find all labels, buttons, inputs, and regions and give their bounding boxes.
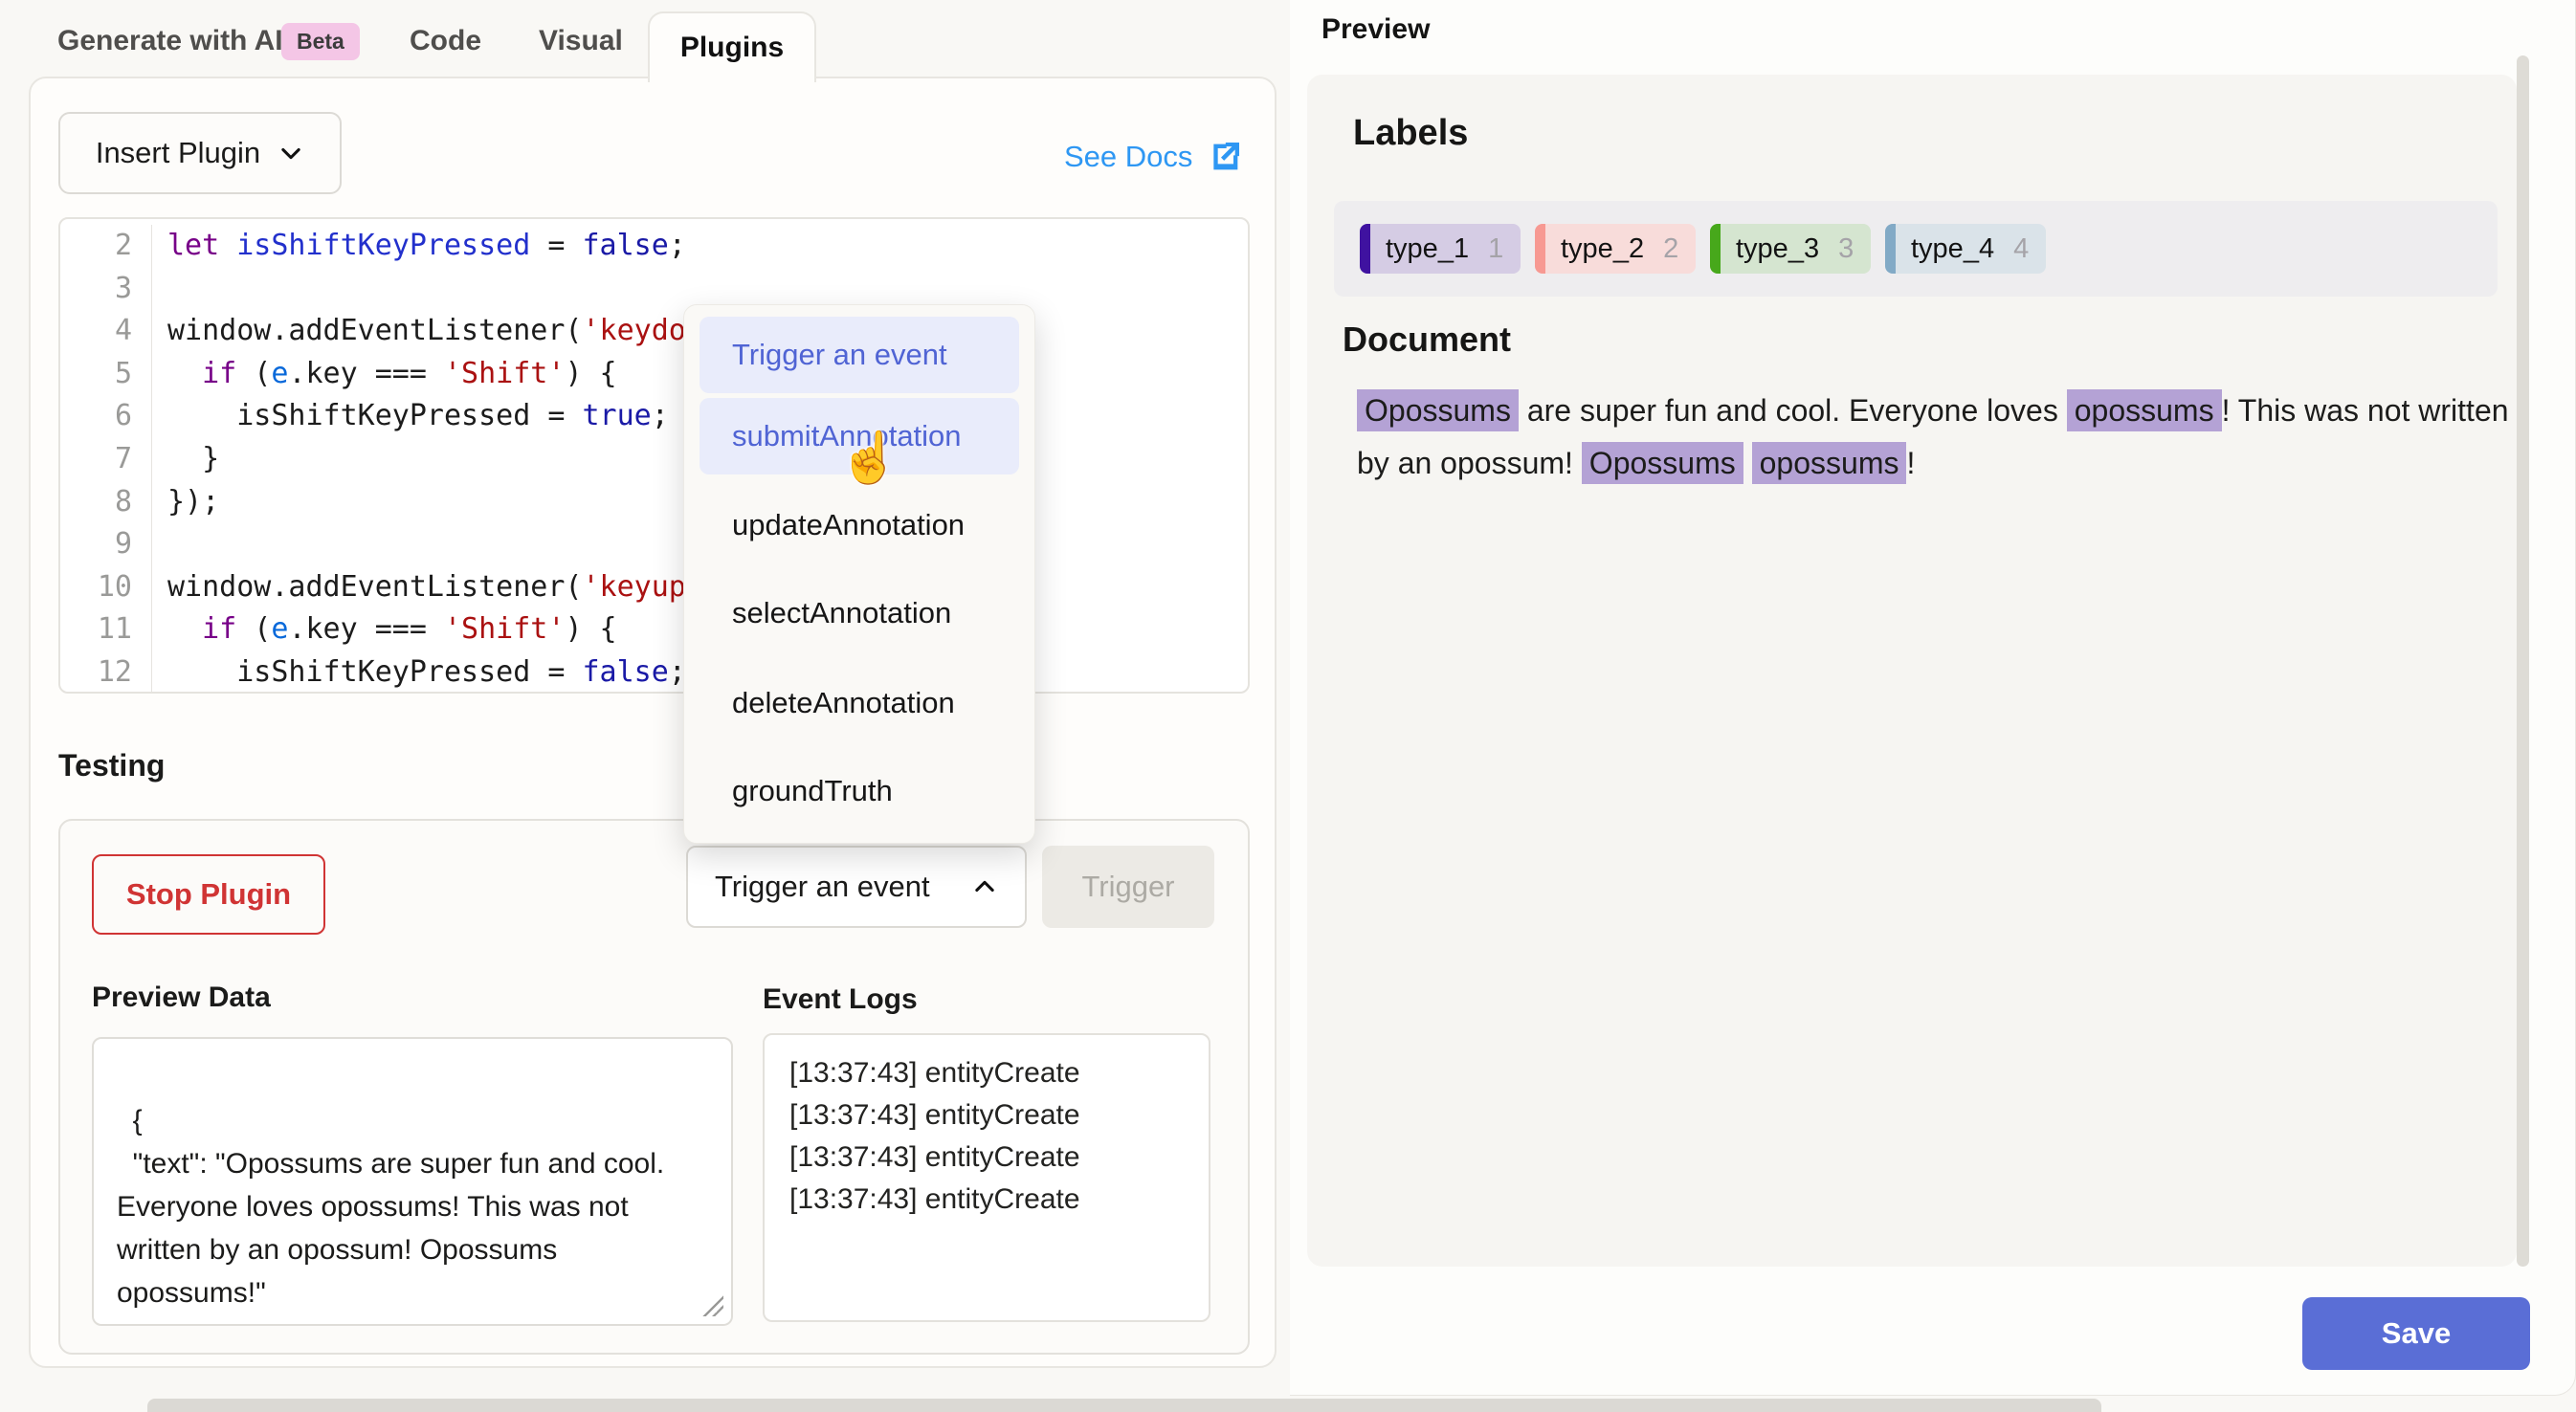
line-number: 12 — [60, 651, 152, 694]
chip-color-bar — [1885, 224, 1896, 274]
event-dropdown-menu: Trigger an eventsubmitAnnotationupdateAn… — [683, 304, 1035, 844]
preview-title: Preview — [1321, 13, 1430, 46]
annotation-highlight[interactable]: opossums — [1752, 442, 1907, 484]
line-number: 8 — [60, 481, 152, 524]
document-plain-text: ! — [1906, 446, 1915, 480]
chip-label: type_4 — [1911, 233, 1994, 265]
event-select-value: Trigger an event — [715, 870, 930, 904]
preview-data-label: Preview Data — [92, 982, 271, 1014]
line-number: 7 — [60, 438, 152, 481]
menu-item-groundtruth[interactable]: groundTruth — [700, 761, 1019, 821]
stop-plugin-button[interactable]: Stop Plugin — [92, 854, 325, 935]
line-number: 9 — [60, 523, 152, 566]
label-chip-type_4[interactable]: type_4 4 — [1885, 224, 2046, 274]
chip-label: type_1 — [1386, 233, 1469, 265]
label-chip-type_3[interactable]: type_3 3 — [1710, 224, 1871, 274]
chip-hotkey: 1 — [1488, 233, 1503, 265]
code-line: 11 if (e.key === 'Shift') { — [60, 608, 1248, 651]
external-link-icon — [1206, 138, 1244, 176]
log-entry: [13:37:43] entityCreate — [789, 1136, 1184, 1179]
code-line: 10window.addEventListener('keyup', (e) =… — [60, 566, 1248, 609]
chip-hotkey: 2 — [1663, 233, 1678, 265]
insert-plugin-button[interactable]: Insert Plugin — [58, 112, 342, 194]
code-line: 6 isShiftKeyPressed = true; — [60, 395, 1248, 438]
chip-label: type_3 — [1736, 233, 1819, 265]
labels-row: type_1 1 type_2 2 type_3 3 type_4 4 — [1334, 201, 2498, 297]
log-entry: [13:37:43] entityCreate — [789, 1179, 1184, 1221]
code-line: 9 — [60, 523, 1248, 566]
code-line: 4window.addEventListener('keydown', (e) … — [60, 310, 1248, 353]
chip-color-bar — [1535, 224, 1545, 274]
event-select[interactable]: Trigger an event — [686, 846, 1027, 928]
code-line: 2let isShiftKeyPressed = false; — [60, 225, 1248, 268]
code-editor[interactable]: 2let isShiftKeyPressed = false;34window.… — [58, 217, 1250, 694]
scrollbar[interactable] — [2517, 55, 2529, 1267]
save-button[interactable]: Save — [2302, 1297, 2530, 1370]
label-chip-type_1[interactable]: type_1 1 — [1360, 224, 1521, 274]
log-entry: [13:37:43] entityCreate — [789, 1052, 1184, 1094]
annotation-highlight[interactable]: Opossums — [1357, 389, 1519, 431]
chip-color-bar — [1360, 224, 1370, 274]
document-plain-text: are super fun and cool. Everyone loves — [1519, 393, 2067, 428]
trigger-button[interactable]: Trigger — [1042, 846, 1214, 928]
bottom-bar — [147, 1399, 2101, 1412]
document-title: Document — [1343, 320, 1511, 360]
cursor-hand-icon: ☝ — [838, 429, 900, 487]
chevron-up-icon — [971, 873, 998, 900]
event-logs-label: Event Logs — [763, 983, 918, 1016]
line-number: 2 — [60, 225, 152, 268]
event-logs-box: [13:37:43] entityCreate[13:37:43] entity… — [763, 1033, 1210, 1322]
preview-data-textarea[interactable]: { "text": "Opossums are super fun and co… — [92, 1037, 733, 1326]
line-number: 6 — [60, 395, 152, 438]
tab-visual[interactable]: Visual — [539, 25, 623, 57]
chip-hotkey: 3 — [1838, 233, 1854, 265]
tab-generate-with-ai[interactable]: Generate with AI — [57, 25, 283, 57]
document-plain-text — [1743, 446, 1752, 480]
see-docs-link[interactable]: See Docs — [1064, 138, 1244, 176]
tab-plugins[interactable]: Plugins — [648, 11, 816, 82]
tab-code[interactable]: Code — [410, 25, 481, 57]
code-line: 5 if (e.key === 'Shift') { — [60, 353, 1248, 396]
code-line: 3 — [60, 268, 1248, 311]
menu-item-trigger-an-event[interactable]: Trigger an event — [700, 317, 1019, 393]
chip-color-bar — [1710, 224, 1721, 274]
code-line: 7 } — [60, 438, 1248, 481]
annotation-highlight[interactable]: opossums — [2067, 389, 2222, 431]
beta-badge: Beta — [281, 23, 360, 60]
chip-label: type_2 — [1561, 233, 1644, 265]
code-line: 8}); — [60, 481, 1248, 524]
line-number: 11 — [60, 608, 152, 651]
labels-title: Labels — [1353, 113, 1468, 154]
menu-item-deleteannotation[interactable]: deleteAnnotation — [700, 673, 1019, 733]
see-docs-label: See Docs — [1064, 140, 1192, 174]
line-number: 10 — [60, 566, 152, 609]
resize-handle-icon[interactable] — [700, 1293, 723, 1316]
chevron-down-icon — [278, 140, 304, 166]
insert-plugin-label: Insert Plugin — [96, 136, 260, 170]
line-number: 4 — [60, 310, 152, 353]
testing-title: Testing — [58, 748, 165, 783]
document-text: Opossums are super fun and cool. Everyon… — [1357, 385, 2529, 490]
menu-item-selectannotation[interactable]: selectAnnotation — [700, 584, 1019, 643]
menu-item-updateannotation[interactable]: updateAnnotation — [700, 496, 1019, 555]
log-entry: [13:37:43] entityCreate — [789, 1094, 1184, 1136]
label-chip-type_2[interactable]: type_2 2 — [1535, 224, 1696, 274]
code-line: 12 isShiftKeyPressed = false; — [60, 651, 1248, 694]
preview-data-value: { "text": "Opossums are super fun and co… — [117, 1105, 673, 1326]
line-number: 5 — [60, 353, 152, 396]
line-number: 3 — [60, 268, 152, 311]
chip-hotkey: 4 — [2013, 233, 2029, 265]
annotation-highlight[interactable]: Opossums — [1582, 442, 1743, 484]
